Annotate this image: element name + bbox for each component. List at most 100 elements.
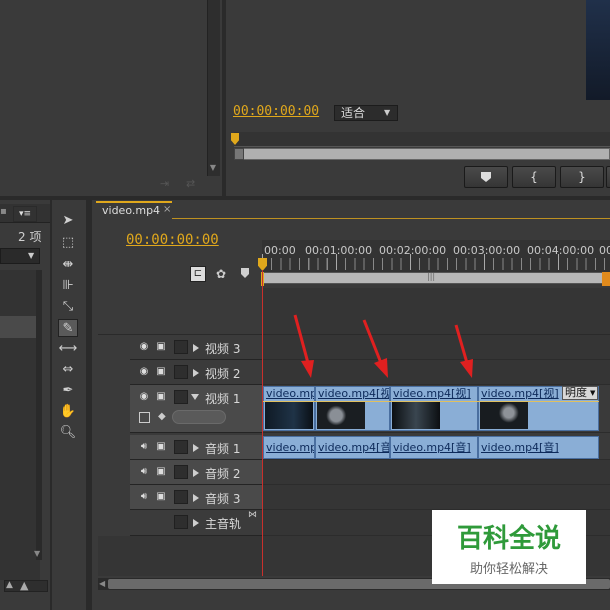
watermark-title: 百科全说 bbox=[456, 524, 561, 554]
opacity-line[interactable] bbox=[263, 401, 599, 402]
display-style-icon[interactable] bbox=[139, 412, 150, 423]
lock-toggle[interactable] bbox=[174, 340, 188, 354]
chevron-down-icon: ▼ bbox=[28, 251, 35, 260]
sync-lock-icon[interactable]: ▣ bbox=[155, 467, 167, 477]
rolling-edit-tool-icon[interactable]: ⊪ bbox=[58, 277, 78, 295]
track-row-audio-3[interactable] bbox=[262, 485, 610, 510]
work-area-grip-icon[interactable]: ||| bbox=[427, 272, 437, 282]
collapse-icon[interactable] bbox=[191, 394, 199, 400]
track-name: 音频 1 bbox=[205, 442, 241, 456]
track-row-video-3[interactable] bbox=[262, 335, 610, 360]
track-name: 视频 2 bbox=[205, 367, 241, 381]
eye-icon[interactable]: ◉ bbox=[138, 392, 150, 402]
project-filter-dropdown[interactable]: ▼ bbox=[0, 248, 40, 264]
keyframe-navigator[interactable] bbox=[172, 410, 226, 424]
sync-lock-icon[interactable]: ▣ bbox=[155, 342, 167, 352]
clip-label: video.mp4[视] bbox=[393, 387, 471, 400]
sync-lock-icon[interactable]: ▣ bbox=[155, 392, 167, 402]
ripple-edit-tool-icon[interactable]: ⇼ bbox=[58, 256, 78, 274]
playhead-line[interactable] bbox=[262, 270, 263, 576]
program-zoom-handle[interactable] bbox=[234, 148, 244, 160]
expand-icon[interactable] bbox=[193, 369, 199, 377]
expand-icon[interactable] bbox=[193, 494, 199, 502]
speaker-icon[interactable]: 🔊︎ bbox=[138, 467, 150, 477]
timeline-tab[interactable]: video.mp4 × bbox=[96, 201, 172, 219]
audio-clip[interactable]: video.mp4[音] bbox=[390, 436, 478, 459]
project-selected-row[interactable] bbox=[0, 316, 40, 338]
program-zoom-bar[interactable] bbox=[234, 148, 610, 160]
eye-icon[interactable]: ◉ bbox=[138, 367, 150, 377]
expand-icon[interactable] bbox=[193, 469, 199, 477]
lock-toggle[interactable] bbox=[174, 390, 188, 404]
insert-icon[interactable]: ⇥ bbox=[160, 178, 174, 190]
chevron-down-icon: ▼ bbox=[590, 389, 596, 397]
program-mini-ruler bbox=[234, 132, 610, 147]
lock-toggle[interactable] bbox=[174, 365, 188, 379]
source-monitor-scrollbar[interactable] bbox=[207, 0, 220, 176]
master-end-icon: ⋈ bbox=[248, 510, 257, 520]
go-to-in-button[interactable] bbox=[606, 166, 610, 188]
work-area-end-handle[interactable] bbox=[602, 272, 610, 286]
hand-tool-icon[interactable]: ✋ bbox=[58, 403, 78, 421]
lock-toggle[interactable] bbox=[174, 490, 188, 504]
sync-lock-icon[interactable]: ▣ bbox=[155, 442, 167, 452]
clip-thumbnail bbox=[265, 402, 313, 429]
marker-icon bbox=[481, 172, 491, 182]
speaker-icon[interactable]: 🔊︎ bbox=[138, 492, 150, 502]
fit-dropdown-label: 适合 bbox=[341, 106, 366, 120]
opacity-dropdown[interactable]: 明度 ▼ bbox=[562, 386, 598, 400]
project-tab-close-icon[interactable]: ▪ bbox=[0, 206, 8, 220]
sync-lock-icon[interactable]: ▣ bbox=[155, 367, 167, 377]
snap-icon[interactable]: ⊏ bbox=[190, 266, 206, 282]
audio-clip[interactable]: video.mp4[音] bbox=[478, 436, 599, 459]
expand-icon[interactable] bbox=[193, 519, 199, 527]
mark-out-button[interactable]: } bbox=[560, 166, 604, 188]
speaker-icon[interactable]: 🔊︎ bbox=[138, 442, 150, 452]
selection-tool-icon[interactable]: ➤ bbox=[58, 212, 78, 230]
eye-icon[interactable]: ◉ bbox=[138, 342, 150, 352]
clip-label: video.mp4[音] bbox=[393, 441, 471, 454]
track-name: 视频 3 bbox=[205, 342, 241, 356]
slip-tool-icon[interactable]: ⟷ bbox=[58, 340, 78, 358]
keyframe-icon[interactable]: ◆ bbox=[158, 412, 168, 422]
track-row-video-2[interactable] bbox=[262, 360, 610, 385]
mark-out-icon: } bbox=[578, 170, 586, 184]
zoom-tool-icon[interactable]: 🔍︎ bbox=[58, 424, 78, 442]
close-icon[interactable]: × bbox=[163, 204, 171, 215]
clip-label: video.mp4[视 bbox=[318, 387, 390, 400]
project-scrollbar[interactable] bbox=[36, 270, 42, 560]
fit-dropdown[interactable]: 适合 ▼ bbox=[334, 105, 398, 121]
source-monitor-panel: ▼ ⇥ ⇄ bbox=[0, 0, 222, 196]
program-timecode[interactable]: 00:00:00:00 bbox=[233, 104, 319, 119]
set-encore-marker-icon[interactable]: ✿ bbox=[216, 267, 230, 281]
timeline-scroll-left-icon[interactable]: ◀ bbox=[99, 579, 107, 589]
audio-clip[interactable]: video.mp bbox=[263, 436, 315, 459]
panel-menu-icon[interactable]: ▾≡ bbox=[13, 206, 37, 222]
expand-icon[interactable] bbox=[193, 444, 199, 452]
add-marker-button[interactable] bbox=[464, 166, 508, 188]
track-row-audio-2[interactable] bbox=[262, 460, 610, 485]
chevron-down-icon: ▼ bbox=[384, 108, 391, 117]
lock-toggle[interactable] bbox=[174, 465, 188, 479]
mark-in-button[interactable]: { bbox=[512, 166, 556, 188]
rate-stretch-tool-icon[interactable]: ⤡ bbox=[58, 298, 78, 316]
sync-lock-icon[interactable]: ▣ bbox=[155, 492, 167, 502]
project-item-count: 2 项 bbox=[18, 230, 42, 244]
watermark-box: 百科全说 助你轻松解决 bbox=[432, 510, 586, 584]
expand-icon[interactable] bbox=[193, 344, 199, 352]
audio-clip[interactable]: video.mp4[音 bbox=[315, 436, 390, 459]
pen-tool-icon[interactable]: ✒ bbox=[58, 382, 78, 400]
overwrite-icon[interactable]: ⇄ bbox=[186, 178, 200, 190]
track-select-tool-icon[interactable]: ⬚ bbox=[58, 234, 78, 252]
project-scroll-down-icon[interactable]: ▼ bbox=[34, 549, 44, 559]
lock-toggle[interactable] bbox=[174, 440, 188, 454]
program-video-preview bbox=[586, 0, 610, 100]
slide-tool-icon[interactable]: ⇔ bbox=[58, 361, 78, 379]
source-scroll-down-icon[interactable]: ▼ bbox=[208, 163, 218, 173]
zoom-out-icon[interactable]: ▲ bbox=[6, 580, 18, 590]
zoom-in-icon[interactable]: ▲ bbox=[20, 579, 32, 592]
lock-toggle[interactable] bbox=[174, 515, 188, 529]
razor-tool-icon[interactable]: ✎ bbox=[58, 319, 78, 337]
sequence-timecode[interactable]: 00:00:00:00 bbox=[126, 232, 219, 248]
track-name: 音频 2 bbox=[205, 467, 241, 481]
